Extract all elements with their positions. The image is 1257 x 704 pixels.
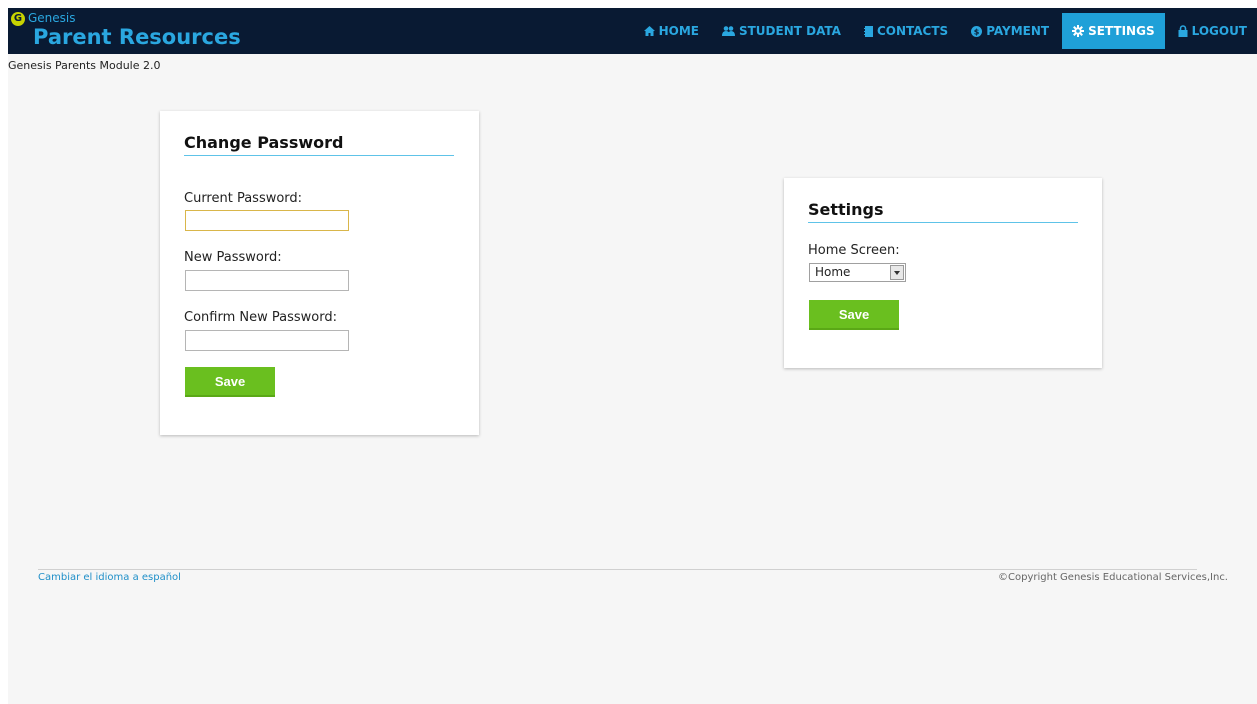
payment-icon: $ <box>971 25 983 37</box>
nav-payment[interactable]: $ PAYMENT <box>961 13 1059 49</box>
nav-contacts-label: CONTACTS <box>876 24 949 38</box>
home-screen-select[interactable]: Home <box>809 263 906 282</box>
chevron-down-icon[interactable] <box>890 265 904 280</box>
nav-student-data[interactable]: STUDENT DATA <box>712 13 851 49</box>
save-settings-button[interactable]: Save <box>809 300 899 330</box>
top-navigation-bar: G Genesis Parent Resources HOME STUDENT … <box>8 8 1257 54</box>
current-password-input[interactable] <box>185 210 349 231</box>
home-icon <box>643 26 655 36</box>
settings-title: Settings <box>808 200 1078 223</box>
confirm-password-input[interactable] <box>185 330 349 351</box>
svg-text:$: $ <box>974 27 980 36</box>
brand-name: Genesis <box>28 11 76 25</box>
copyright-text: ©Copyright Genesis Educational Services,… <box>998 572 1228 583</box>
brand-title: Parent Resources <box>33 25 241 49</box>
nav-logout[interactable]: LOGOUT <box>1168 13 1257 49</box>
home-screen-label: Home Screen: <box>808 243 900 258</box>
genesis-logo-icon: G <box>11 12 25 26</box>
main-nav: HOME STUDENT DATA CONTACTS $ PAYMENT SET… <box>631 13 1257 49</box>
nav-settings-label: SETTINGS <box>1088 24 1155 38</box>
current-password-label: Current Password: <box>184 191 303 206</box>
change-password-title: Change Password <box>184 133 454 156</box>
nav-student-data-label: STUDENT DATA <box>738 24 841 38</box>
save-password-button[interactable]: Save <box>185 367 275 397</box>
nav-payment-label: PAYMENT <box>986 24 1050 38</box>
nav-home-label: HOME <box>658 24 699 38</box>
footer-divider <box>38 569 1197 570</box>
nav-logout-label: LOGOUT <box>1191 24 1247 38</box>
settings-panel: Settings Home Screen: Home Save <box>784 178 1102 368</box>
change-language-link[interactable]: Cambiar el idioma a español <box>38 572 181 583</box>
gear-icon <box>1072 25 1085 37</box>
new-password-label: New Password: <box>184 250 282 265</box>
contacts-book-icon <box>863 25 873 37</box>
nav-contacts[interactable]: CONTACTS <box>854 13 958 49</box>
page: G Genesis Parent Resources HOME STUDENT … <box>8 8 1257 704</box>
module-version-label: Genesis Parents Module 2.0 <box>8 59 161 72</box>
confirm-password-label: Confirm New Password: <box>184 310 337 325</box>
change-password-panel: Change Password Current Password: New Pa… <box>160 111 479 435</box>
new-password-input[interactable] <box>185 270 349 291</box>
users-icon <box>721 26 735 36</box>
lock-icon <box>1178 25 1188 37</box>
nav-settings[interactable]: SETTINGS <box>1062 13 1165 49</box>
home-screen-selected-value: Home <box>815 265 851 279</box>
nav-home[interactable]: HOME <box>634 13 709 49</box>
